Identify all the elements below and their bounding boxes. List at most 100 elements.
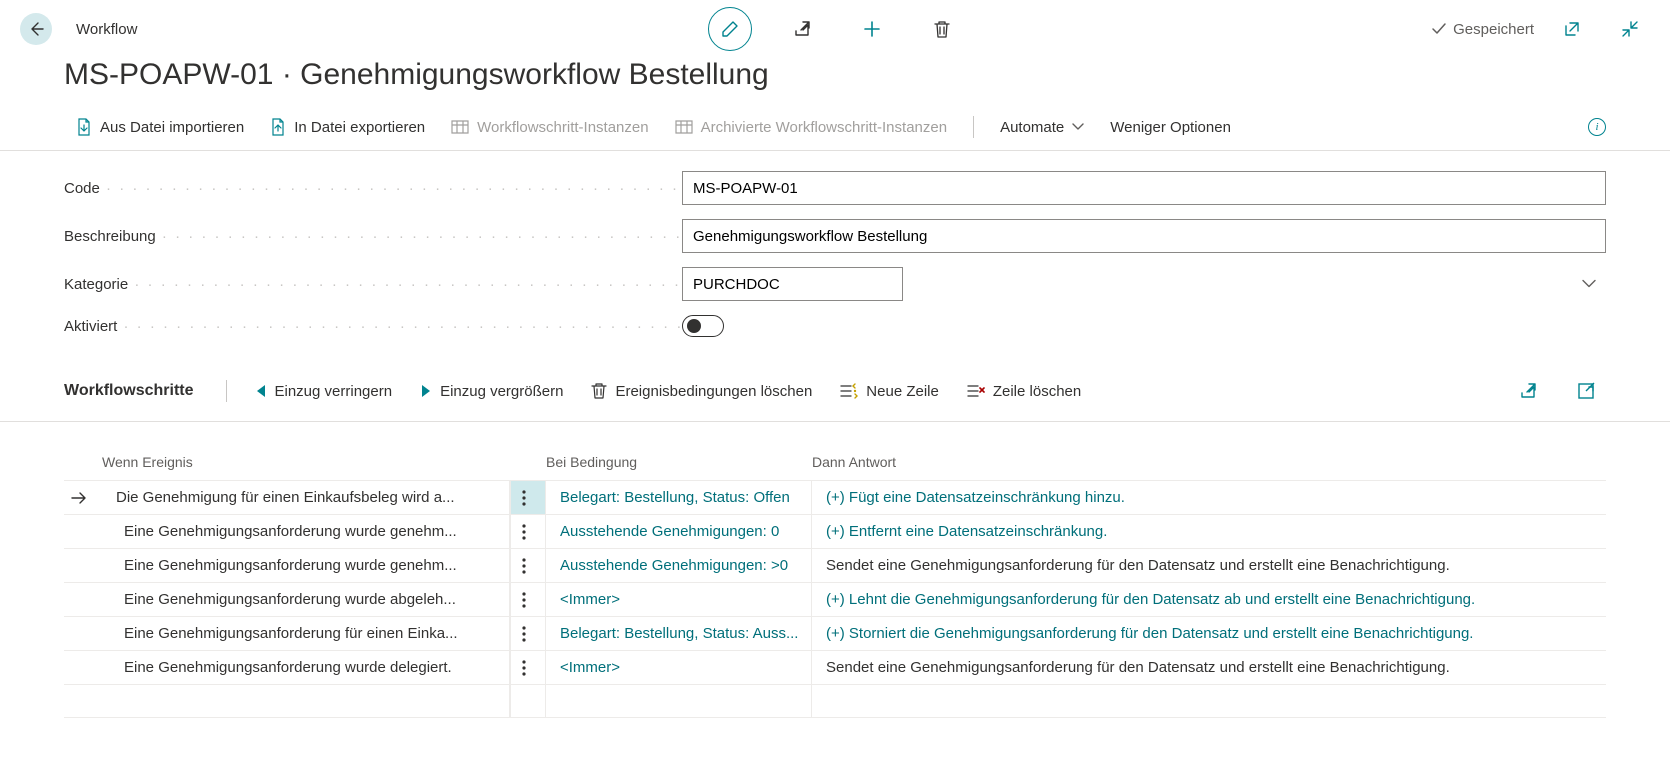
row-menu-button[interactable] — [510, 515, 546, 548]
collapse-button[interactable] — [1610, 9, 1650, 49]
more-vertical-icon — [522, 524, 526, 540]
event-cell[interactable]: Eine Genehmigungsanforderung wurde geneh… — [102, 515, 510, 548]
separator — [973, 116, 974, 138]
archived-instances-label: Archivierte Workflowschritt-Instanzen — [701, 119, 947, 136]
section-expand-button[interactable] — [1566, 371, 1606, 411]
row-menu-button[interactable] — [510, 549, 546, 582]
increase-indent-button[interactable]: Einzug vergrößern — [420, 383, 563, 400]
condition-cell[interactable]: Belegart: Bestellung, Status: Offen — [546, 481, 812, 514]
edit-button[interactable] — [708, 7, 752, 51]
response-cell[interactable]: Sendet eine Genehmigungsanforderung für … — [812, 549, 1606, 582]
row-marker — [64, 549, 102, 582]
row-menu-button[interactable] — [510, 651, 546, 684]
delete-conditions-button[interactable]: Ereignisbedingungen löschen — [591, 382, 812, 400]
row-marker — [64, 481, 102, 514]
description-input[interactable] — [682, 219, 1606, 253]
fewer-options-button[interactable]: Weniger Optionen — [1110, 119, 1231, 136]
info-icon: i — [1595, 121, 1598, 133]
row-menu-button[interactable] — [510, 481, 546, 514]
response-cell[interactable]: (+) Fügt eine Datensatzeinschränkung hin… — [812, 481, 1606, 514]
event-cell[interactable]: Eine Genehmigungsanforderung für einen E… — [102, 617, 510, 650]
share-icon — [1519, 382, 1537, 400]
condition-cell[interactable]: Belegart: Bestellung, Status: Auss... — [546, 617, 812, 650]
new-button[interactable] — [852, 9, 892, 49]
page-title: MS-POAPW-01 · Genehmigungsworkflow Beste… — [0, 48, 1670, 106]
triangle-right-icon — [420, 384, 432, 398]
saved-label: Gespeichert — [1453, 21, 1534, 38]
breadcrumb: Workflow — [76, 21, 137, 38]
triangle-left-icon — [255, 384, 267, 398]
grid-icon — [451, 120, 469, 134]
new-line-label: Neue Zeile — [866, 383, 939, 400]
workflow-steps-title: Workflowschritte — [64, 382, 194, 400]
event-cell[interactable]: Die Genehmigung für einen Einkaufsbeleg … — [102, 481, 510, 514]
increase-indent-label: Einzug vergrößern — [440, 383, 563, 400]
export-to-file-button[interactable]: In Datei exportieren — [270, 118, 425, 136]
arrow-right-icon — [71, 492, 87, 504]
archived-step-instances-button: Archivierte Workflowschritt-Instanzen — [675, 119, 947, 136]
event-cell[interactable]: Eine Genehmigungsanforderung wurde abgel… — [102, 583, 510, 616]
grid-icon — [675, 120, 693, 134]
new-line-icon — [840, 383, 858, 399]
section-share-button[interactable] — [1508, 371, 1548, 411]
response-cell[interactable]: (+) Storniert die Genehmigungsanforderun… — [812, 617, 1606, 650]
decrease-indent-button[interactable]: Einzug verringern — [255, 383, 393, 400]
automate-menu[interactable]: Automate — [1000, 119, 1084, 136]
new-line-button[interactable]: Neue Zeile — [840, 383, 939, 400]
back-button[interactable] — [20, 13, 52, 45]
popout-icon — [1563, 20, 1581, 38]
export-label: In Datei exportieren — [294, 119, 425, 136]
share-icon — [792, 19, 812, 39]
table-row[interactable]: Die Genehmigung für einen Einkaufsbeleg … — [64, 480, 1606, 514]
row-marker — [64, 583, 102, 616]
more-vertical-icon — [522, 626, 526, 642]
more-vertical-icon — [522, 558, 526, 574]
response-cell[interactable]: (+) Lehnt die Genehmigungsanforderung fü… — [812, 583, 1606, 616]
code-input[interactable] — [682, 171, 1606, 205]
table-row[interactable]: Eine Genehmigungsanforderung wurde deleg… — [64, 650, 1606, 684]
delete-line-button[interactable]: Zeile löschen — [967, 383, 1081, 400]
file-export-icon — [270, 118, 286, 136]
delete-button[interactable] — [922, 9, 962, 49]
row-menu-button[interactable] — [510, 583, 546, 616]
share-button[interactable] — [782, 9, 822, 49]
collapse-icon — [1621, 20, 1639, 38]
condition-cell[interactable]: <Immer> — [546, 583, 812, 616]
event-cell[interactable]: Eine Genehmigungsanforderung wurde geneh… — [102, 549, 510, 582]
col-event-header: Wenn Ereignis — [102, 454, 510, 470]
more-vertical-icon — [522, 490, 526, 506]
step-instances-label: Workflowschritt-Instanzen — [477, 119, 648, 136]
response-cell[interactable]: Sendet eine Genehmigungsanforderung für … — [812, 651, 1606, 684]
activated-toggle[interactable] — [682, 315, 724, 337]
col-response-header: Dann Antwort — [812, 454, 1606, 470]
more-vertical-icon — [522, 660, 526, 676]
delete-conditions-label: Ereignisbedingungen löschen — [615, 383, 812, 400]
import-from-file-button[interactable]: Aus Datei importieren — [76, 118, 244, 136]
condition-cell[interactable]: Ausstehende Genehmigungen: 0 — [546, 515, 812, 548]
table-row-empty[interactable] — [64, 684, 1606, 718]
code-label: Code — [64, 180, 682, 197]
row-menu-button[interactable] — [510, 617, 546, 650]
info-button[interactable]: i — [1588, 118, 1606, 136]
response-cell[interactable]: (+) Entfernt eine Datensatzeinschränkung… — [812, 515, 1606, 548]
pencil-icon — [721, 20, 739, 38]
file-import-icon — [76, 118, 92, 136]
table-row[interactable]: Eine Genehmigungsanforderung wurde geneh… — [64, 548, 1606, 582]
table-row[interactable]: Eine Genehmigungsanforderung für einen E… — [64, 616, 1606, 650]
condition-cell[interactable]: Ausstehende Genehmigungen: >0 — [546, 549, 812, 582]
table-row[interactable]: Eine Genehmigungsanforderung wurde abgel… — [64, 582, 1606, 616]
toggle-knob — [687, 319, 701, 333]
check-icon — [1431, 21, 1447, 37]
popout-button[interactable] — [1552, 9, 1592, 49]
more-vertical-icon — [522, 592, 526, 608]
table-row[interactable]: Eine Genehmigungsanforderung wurde geneh… — [64, 514, 1606, 548]
arrow-left-icon — [28, 21, 44, 37]
condition-cell[interactable]: <Immer> — [546, 651, 812, 684]
row-marker — [64, 515, 102, 548]
event-cell[interactable]: Eine Genehmigungsanforderung wurde deleg… — [102, 651, 510, 684]
row-marker — [64, 617, 102, 650]
category-select[interactable] — [682, 267, 903, 301]
chevron-down-icon — [1582, 280, 1596, 289]
table-header: Wenn Ereignis Bei Bedingung Dann Antwort — [64, 446, 1606, 480]
description-label: Beschreibung — [64, 228, 682, 245]
